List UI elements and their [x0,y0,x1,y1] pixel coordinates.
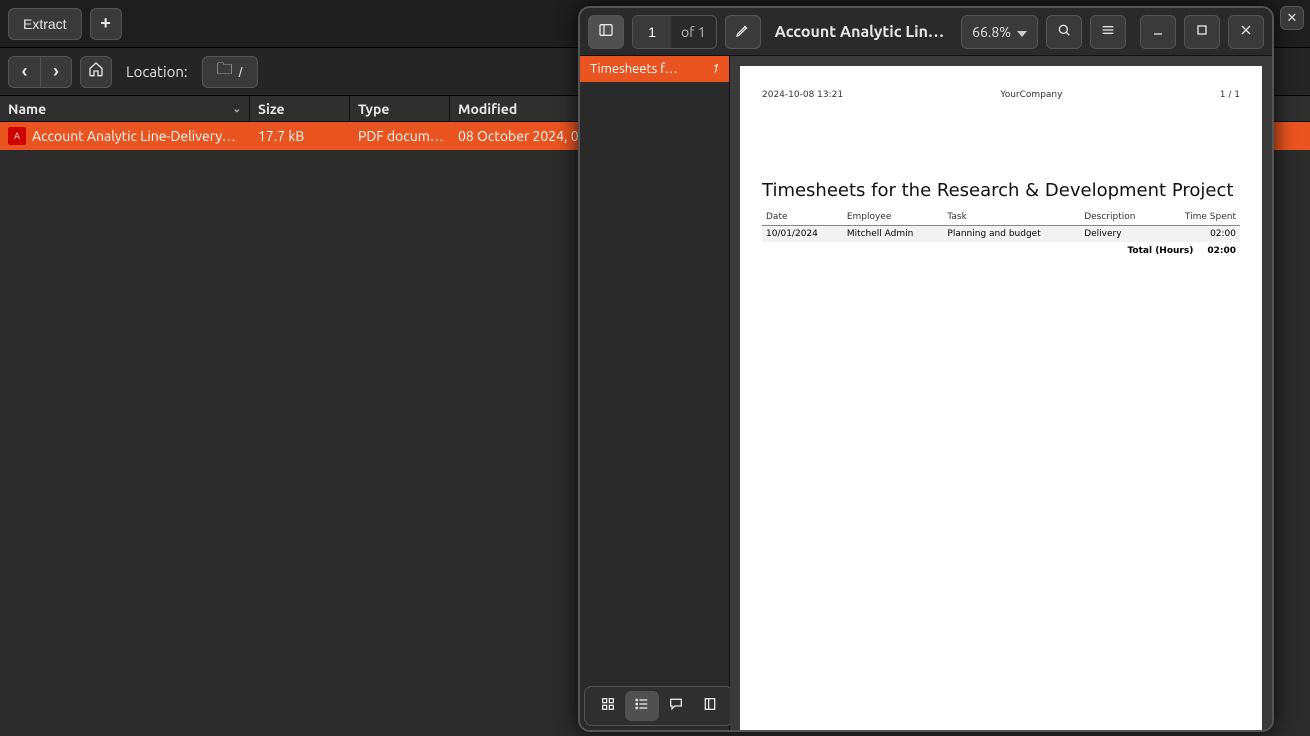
cell-time: 02:00 [1160,226,1240,243]
annotate-button[interactable] [725,15,761,49]
extract-button[interactable]: Extract [8,8,82,40]
file-name: Account Analytic Line-Delivery… [32,128,236,144]
doc-total-row: Total (Hours) 02:00 [762,246,1240,256]
pen-icon [735,22,751,42]
column-header-name-label: Name [8,101,46,117]
path-segment-root[interactable]: / [202,56,258,88]
toggle-sidebar-button[interactable] [588,15,624,49]
pdf-title: Account Analytic Line-… [769,23,953,41]
host-close-button[interactable]: ✕ [1280,6,1304,30]
column-header-size[interactable]: Size [250,96,350,121]
search-icon [1056,22,1072,42]
column-header-type[interactable]: Type [350,96,450,121]
chevron-left-icon: ‹ [22,61,28,82]
doc-page-indicator: 1 / 1 [1220,90,1240,100]
pdf-page-area[interactable]: 2024-10-08 13:21 YourCompany 1 / 1 Times… [730,56,1272,730]
doc-title: Timesheets for the Research & Developmen… [762,180,1240,201]
pdf-body: Timesheets f… 1 2024-10-08 13:21 YourCom… [580,56,1272,730]
th-task: Task [943,209,1080,226]
outline-item-label: Timesheets f… [590,62,706,76]
cell-date: 10/01/2024 [762,226,843,243]
close-button[interactable] [1228,15,1264,49]
outline-item-page: 1 [712,62,719,76]
pdf-page: 2024-10-08 13:21 YourCompany 1 / 1 Times… [740,66,1262,730]
minimize-icon [1150,22,1166,42]
page-selector: of 1 [632,15,717,49]
bookmark-panel-icon [702,696,718,716]
location-label: Location: [120,63,194,80]
search-button[interactable] [1046,15,1082,49]
column-header-name[interactable]: Name ⌄ [0,96,250,121]
list-icon [634,696,650,716]
cell-description: Delivery [1080,226,1160,243]
zoom-selector[interactable]: 66.8% [961,15,1038,49]
cell-task: Planning and budget [943,226,1080,243]
grid-icon [600,696,616,716]
outline-item[interactable]: Timesheets f… 1 [580,56,729,82]
cell-employee: Mitchell Admin [843,226,944,243]
comment-icon [668,696,684,716]
pdf-outline-sidebar: Timesheets f… 1 [580,56,730,730]
th-time: Time Spent [1160,209,1240,226]
doc-table: Date Employee Task Description Time Spen… [762,209,1240,242]
doc-timestamp: 2024-10-08 13:21 [762,90,843,100]
th-employee: Employee [843,209,944,226]
close-icon: ✕ [1287,10,1298,26]
maximize-button[interactable] [1184,15,1220,49]
home-icon [88,61,104,82]
th-date: Date [762,209,843,226]
file-type: PDF docum… [350,122,450,150]
page-number-input[interactable] [633,16,671,48]
sort-indicator-icon: ⌄ [233,103,241,115]
sidebar-view-switcher [584,686,734,726]
view-outline-button[interactable] [625,691,659,721]
doc-company: YourCompany [1000,90,1062,100]
pdf-viewer-window: of 1 Account Analytic Line-… 66.8% Times… [578,6,1274,732]
sidebar-icon [598,22,614,42]
doc-total-label: Total (Hours) [1127,246,1193,256]
file-size: 17.7 kB [250,122,350,150]
window-controls [1140,15,1264,49]
close-icon [1238,22,1254,42]
doc-header: 2024-10-08 13:21 YourCompany 1 / 1 [762,90,1240,100]
doc-total-value: 02:00 [1207,246,1236,256]
chevron-down-icon [1017,24,1027,40]
add-button[interactable]: + [90,8,122,40]
view-layers-button[interactable] [693,691,727,721]
plus-icon: + [100,13,111,34]
nav-back-button[interactable]: ‹ [8,56,40,88]
hamburger-icon [1100,22,1116,42]
view-annotations-button[interactable] [659,691,693,721]
pdf-file-icon: A [8,127,26,145]
chevron-right-icon: › [53,61,59,82]
menu-button[interactable] [1090,15,1126,49]
nav-group: ‹ › [8,56,72,88]
table-row: 10/01/2024 Mitchell Admin Planning and b… [762,226,1240,243]
folder-icon [217,58,233,85]
minimize-button[interactable] [1140,15,1176,49]
view-thumbnails-button[interactable] [591,691,625,721]
maximize-icon [1194,22,1210,42]
page-count-label: of 1 [671,24,716,40]
nav-forward-button[interactable]: › [40,56,72,88]
home-button[interactable] [80,56,112,88]
zoom-value: 66.8% [972,24,1011,40]
path-text: / [239,64,243,80]
pdf-toolbar: of 1 Account Analytic Line-… 66.8% [580,8,1272,56]
th-description: Description [1080,209,1160,226]
